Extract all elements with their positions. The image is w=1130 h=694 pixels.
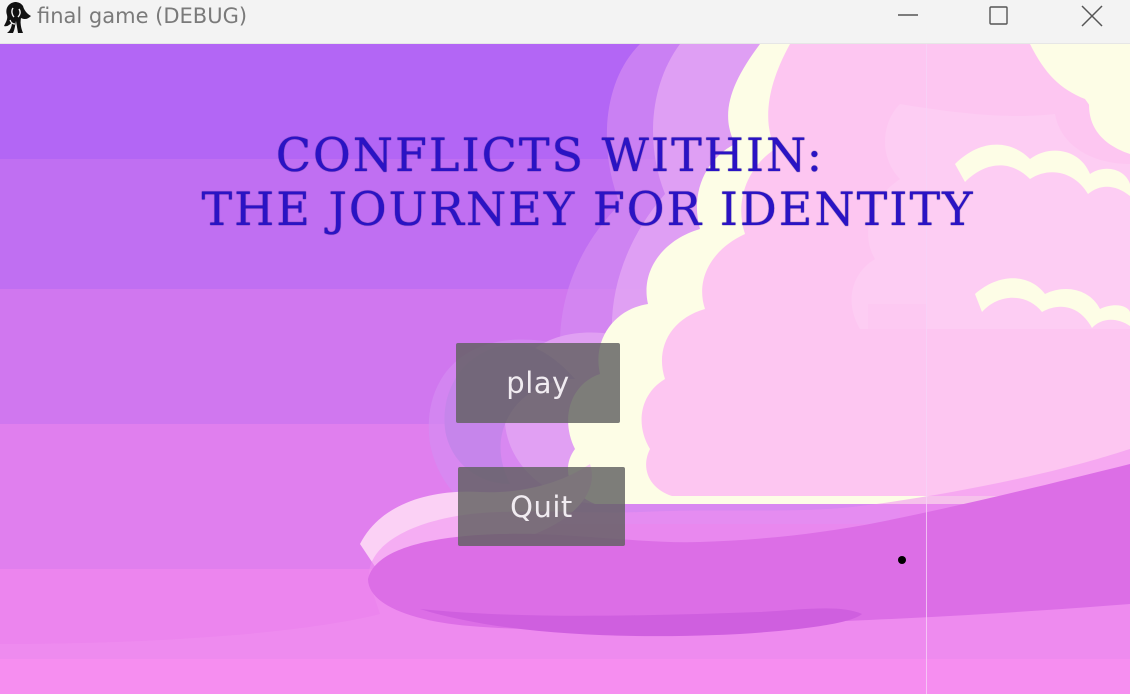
close-button[interactable]: [1068, 0, 1114, 34]
maximize-icon: [989, 6, 1008, 25]
game-title-line2: THE JOURNEY FOR IDENTITY: [201, 182, 975, 236]
cursor-dot: [898, 556, 906, 564]
game-canvas[interactable]: CONFLICTS WITHIN: THE JOURNEY FOR IDENTI…: [0, 44, 1130, 694]
play-button[interactable]: play: [456, 343, 620, 423]
window-titlebar[interactable]: final game (DEBUG): [0, 0, 1130, 44]
minimize-button[interactable]: [884, 0, 930, 34]
window-title: final game (DEBUG): [37, 4, 248, 28]
quit-button[interactable]: Quit: [458, 467, 625, 546]
minimize-icon: [898, 14, 918, 16]
close-icon: [1081, 5, 1103, 27]
game-title-line1: CONFLICTS WITHIN:: [275, 128, 825, 182]
maximize-button[interactable]: [975, 0, 1021, 34]
app-icon: [4, 2, 31, 33]
game-title: CONFLICTS WITHIN: THE JOURNEY FOR IDENTI…: [0, 128, 1130, 236]
